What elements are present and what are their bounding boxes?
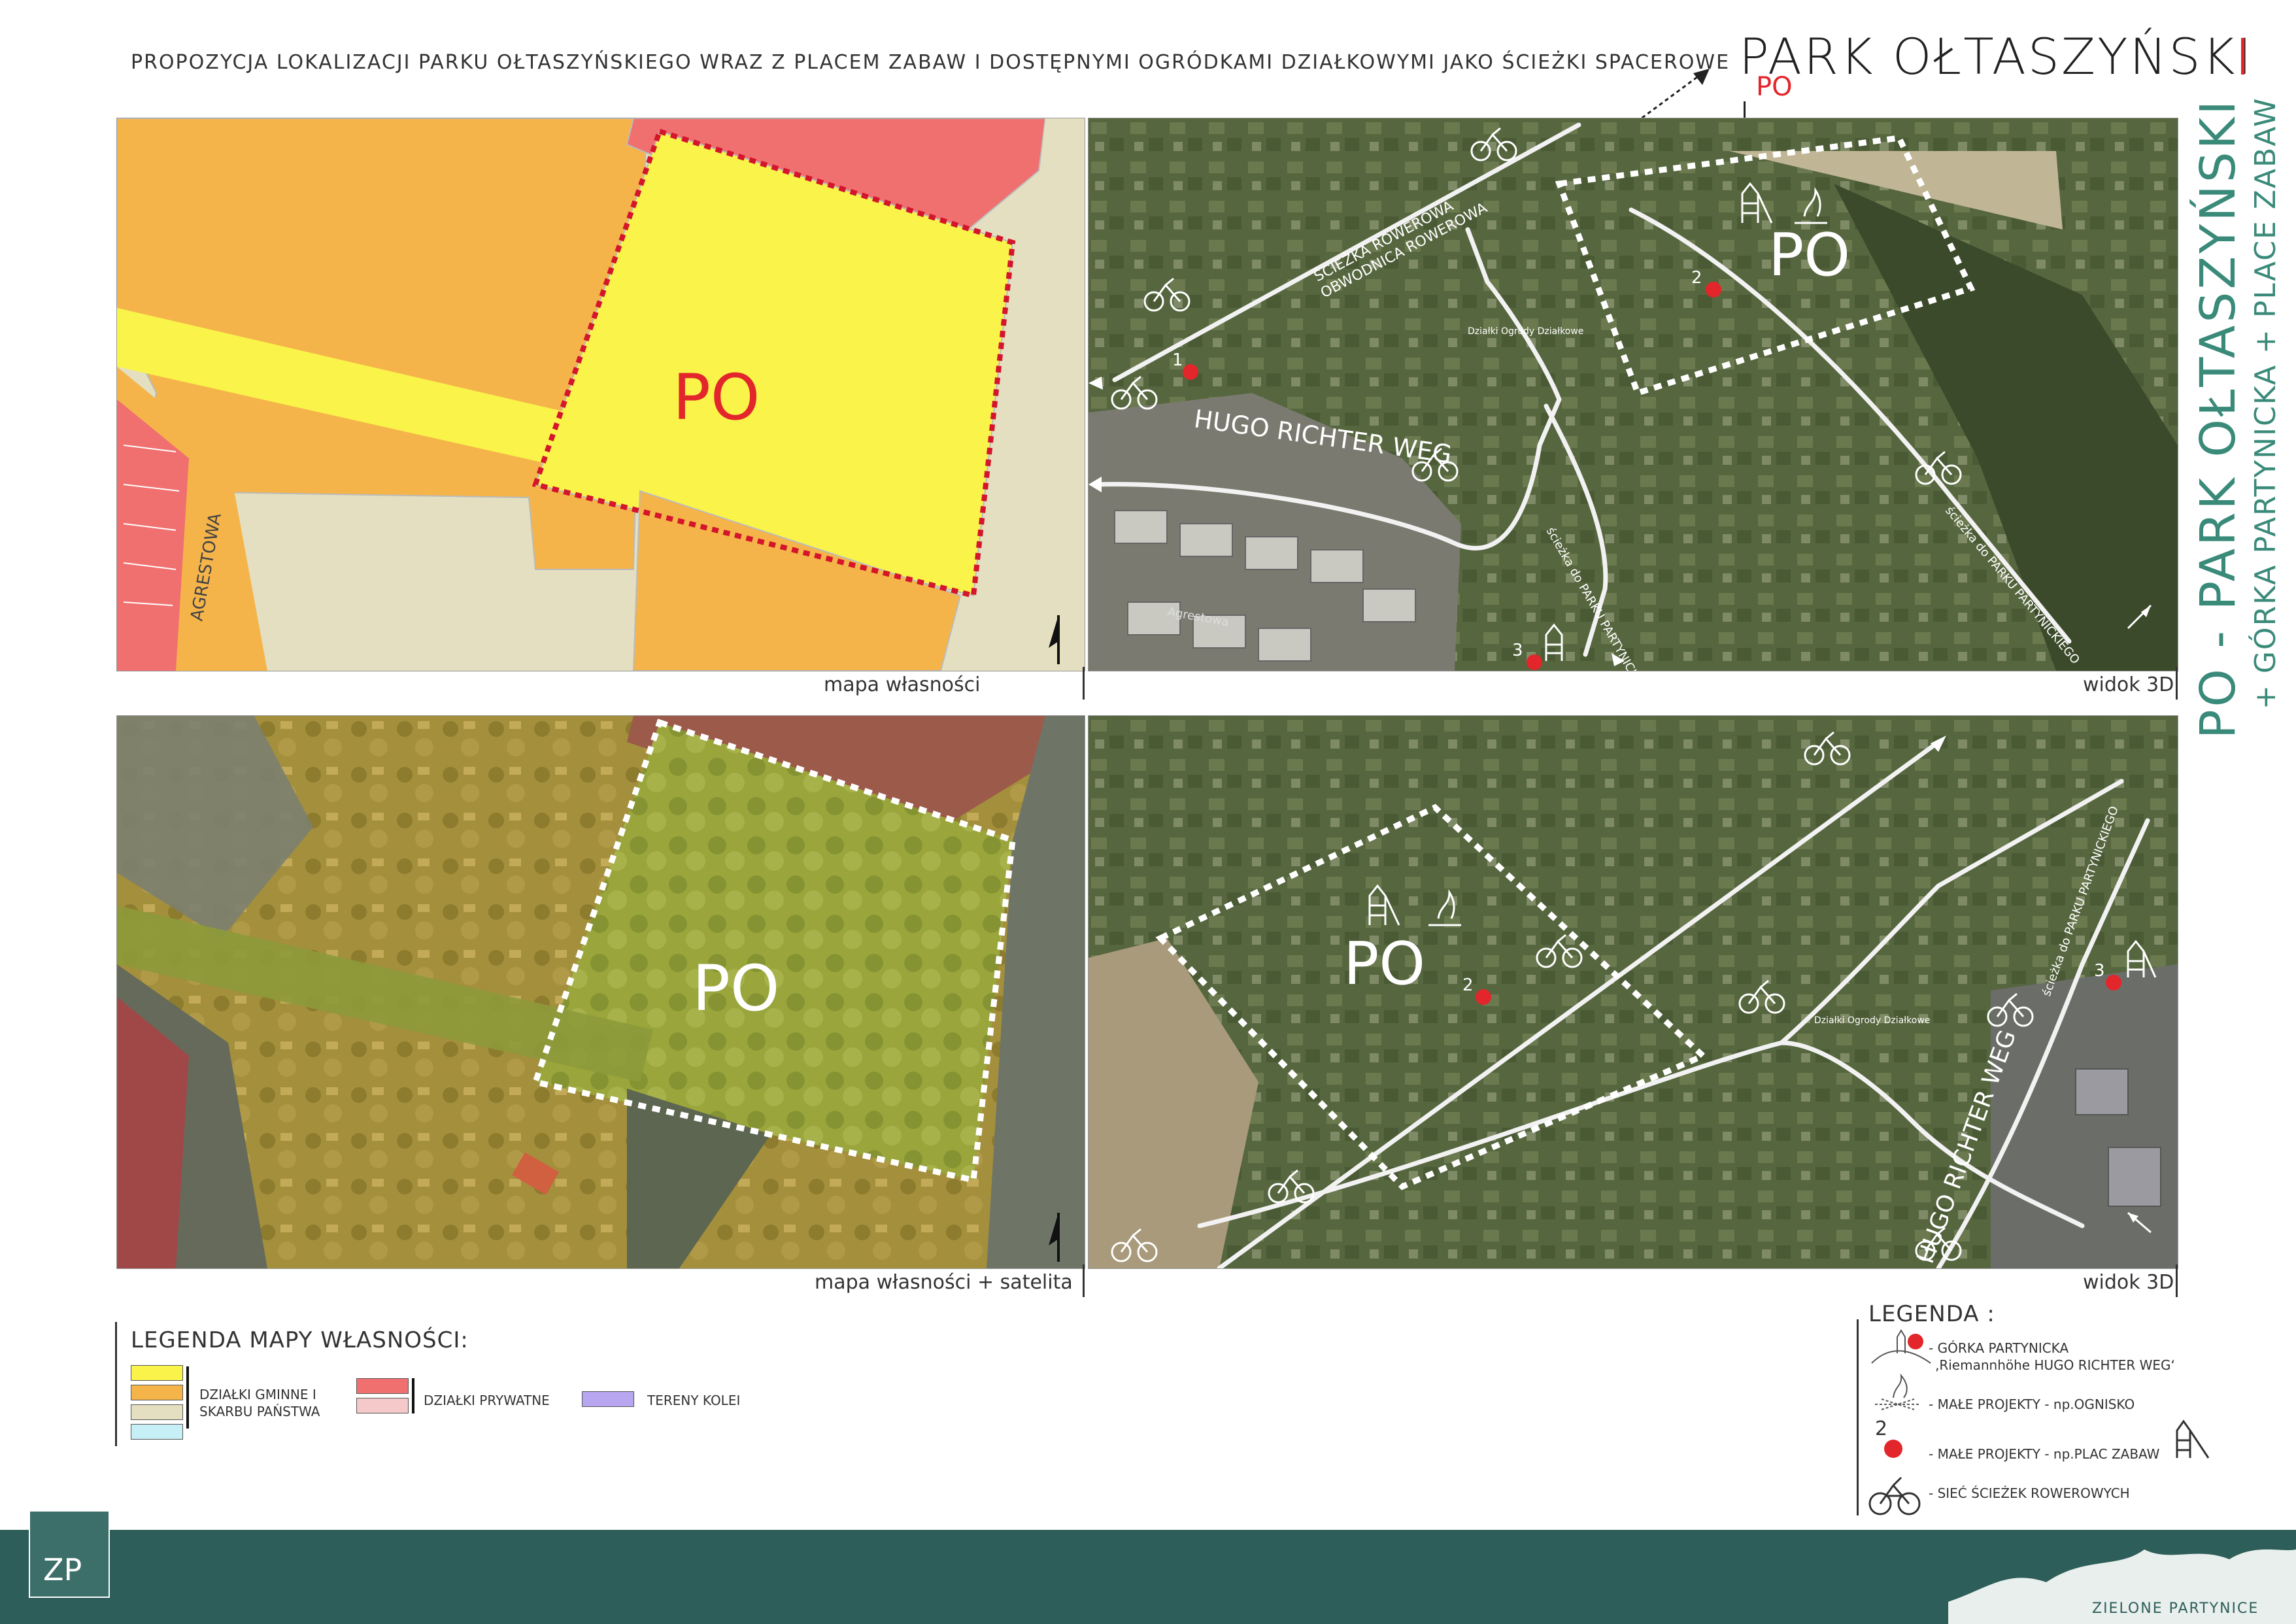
view3d-bottom-panel: HUGO RICHTER WEG ścieżka do PARKU PARTYN… <box>1088 715 2178 1269</box>
caption-divider <box>2176 1264 2178 1297</box>
legend-swatch-pink <box>356 1398 409 1413</box>
legend-playground-label: - MAŁE PROJEKTY - np.PLAC ZABAW <box>1929 1446 2160 1462</box>
view3d-top: ŚCIEŻKA ROWEROWA OBWODNICA ROWEROWA HUGO… <box>1089 118 2178 671</box>
main-legend-divider <box>1857 1319 1859 1515</box>
gardens-label: Działki Ogrody Działkowe <box>1468 326 1583 337</box>
red-marker-icon <box>1476 989 1491 1005</box>
legend-swatch-orange <box>131 1385 183 1400</box>
marker-1-label: 1 <box>1172 350 1183 370</box>
park-title: PARK OŁTASZYŃSKI <box>1739 27 2254 86</box>
caption-satellite-map: mapa własności + satelita <box>815 1271 1073 1294</box>
caption-divider <box>1083 667 1085 700</box>
legend-hill-label: - GÓRKA PARTYNICKA <box>1929 1340 2069 1356</box>
marker-2-label-bottom: 2 <box>1462 975 1474 995</box>
main-legend-title: LEGENDA : <box>1868 1301 1995 1327</box>
legend-bracket <box>186 1366 189 1429</box>
legend-swatch-purple <box>582 1391 634 1407</box>
view3d-bottom: HUGO RICHTER WEG ścieżka do PARKU PARTYN… <box>1089 716 2178 1268</box>
legend-swatch-red <box>356 1378 409 1394</box>
ownership-map-panel: AGRESTOWA PO <box>116 118 1085 671</box>
satellite-map: PO <box>117 716 1085 1268</box>
bonfire-icon <box>1875 1373 1921 1410</box>
area-label-po: PO <box>673 361 760 434</box>
view3d-top-panel: ŚCIEŻKA ROWEROWA OBWODNICA ROWEROWA HUGO… <box>1088 118 2178 671</box>
caption-ownership-map: mapa własności <box>824 673 981 696</box>
legend-swatch-light-blue <box>131 1424 183 1440</box>
red-marker-icon <box>1884 1440 1902 1458</box>
gardens-label-bottom: Działki Ogrody Działkowe <box>1814 1015 1930 1026</box>
playground-icon <box>2176 1419 2210 1459</box>
caption-divider <box>1083 1264 1085 1297</box>
legend-swatch-yellow <box>131 1365 183 1381</box>
ownership-legend-title: LEGENDA MAPY WŁASNOŚCI: <box>131 1327 469 1353</box>
park-code: PO <box>1756 72 1793 102</box>
legend-municipal-label: DZIAŁKI GMINNE I SKARBU PAŃSTWA <box>199 1387 320 1419</box>
legend-rail-label: TERENY KOLEI <box>647 1393 741 1408</box>
legend-hill-sublabel: ‚Riemannhöhe HUGO RICHTER WEG‘ <box>1935 1357 2175 1373</box>
bicycle-icon <box>1868 1476 1921 1515</box>
caption-view3d-bottom: widok 3D <box>2083 1271 2174 1294</box>
legend-bike-label: - SIEĆ ŚCIEŻEK ROWEROWYCH <box>1929 1485 2130 1501</box>
marker-3-label: 3 <box>1512 641 1523 660</box>
red-marker-icon <box>1527 654 1542 670</box>
legend-private-label: DZIAŁKI PRYWATNE <box>424 1393 550 1408</box>
area-label-po-3d: PO <box>1768 221 1850 290</box>
legend-bracket <box>412 1378 414 1413</box>
legend-bonfire-label: - MAŁE PROJEKTY - np.OGNISKO <box>1929 1396 2135 1412</box>
caption-divider <box>2176 667 2178 700</box>
satellite-map-panel: PO <box>116 715 1085 1269</box>
marker-3-label-bottom: 3 <box>2094 961 2105 981</box>
logo-text: ZP <box>43 1552 82 1587</box>
area-label-po-satellite: PO <box>692 952 779 1025</box>
area-label-po-3d-bottom: PO <box>1343 930 1425 998</box>
red-marker-icon <box>1706 282 1721 297</box>
red-marker-icon <box>1183 364 1198 380</box>
legend-swatch-beige <box>131 1404 183 1420</box>
caption-view3d-top: widok 3D <box>2083 673 2174 696</box>
side-title-main: PO - PARK OŁTASZYŃSKI <box>2190 97 2246 739</box>
side-title-sub: + GÓRKA PARTYNICKA + PLACE ZABAW <box>2249 97 2282 709</box>
brand-label: ZIELONE PARTYNICE <box>2092 1600 2259 1617</box>
red-tick-mark <box>2241 38 2244 75</box>
ownership-map: AGRESTOWA PO <box>117 118 1085 671</box>
hill-icon <box>1871 1329 1931 1364</box>
legend-divider <box>115 1322 117 1446</box>
header-subtitle: PROPOZYCJA LOKALIZACJI PARKU OŁTASZYŃSKI… <box>131 51 1730 74</box>
logo-zp: ZP <box>29 1510 110 1598</box>
marker-2-label: 2 <box>1691 268 1702 288</box>
red-marker-icon <box>2106 975 2121 990</box>
